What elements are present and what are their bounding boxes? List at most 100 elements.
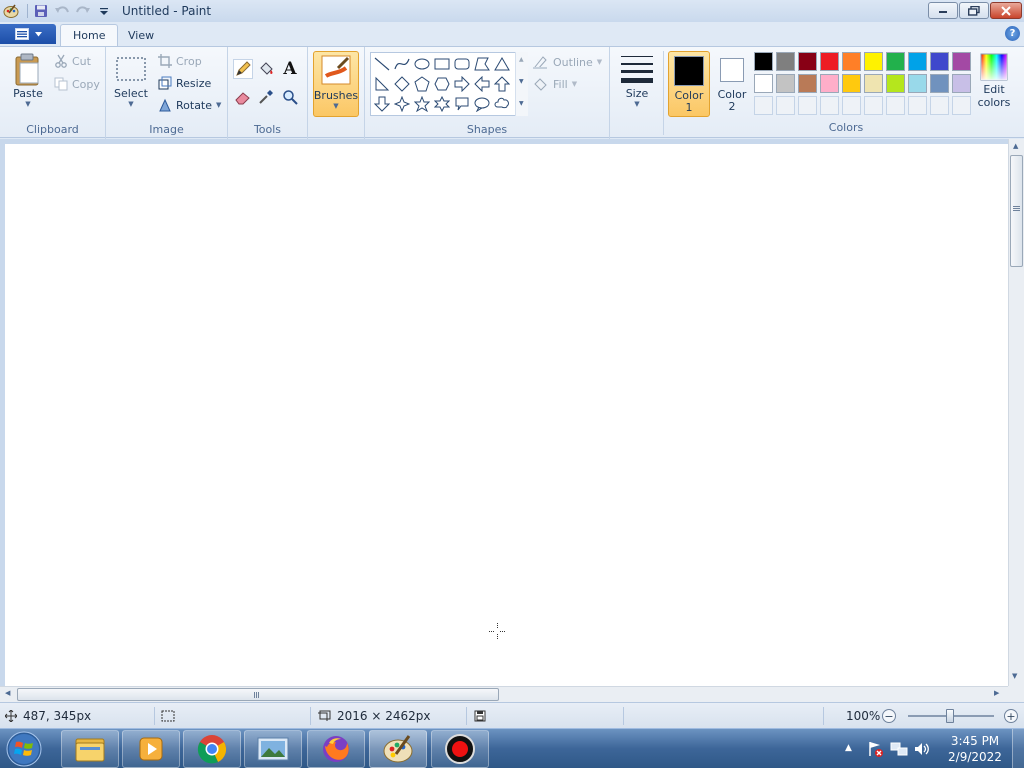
taskbar-screen-recorder[interactable] [431, 730, 489, 768]
rectangle-shape-icon[interactable] [432, 54, 452, 74]
hexagon-shape-icon[interactable] [432, 74, 452, 94]
taskbar-firefox[interactable] [307, 730, 365, 768]
oval-shape-icon[interactable] [412, 54, 432, 74]
horizontal-scroll-thumb[interactable] [17, 688, 499, 701]
up-arrow-shape-icon[interactable] [492, 74, 512, 94]
rotate-button[interactable]: Rotate ▼ [158, 96, 221, 114]
diamond-shape-icon[interactable] [392, 74, 412, 94]
custom-color-slot[interactable] [842, 96, 861, 115]
close-button[interactable] [990, 2, 1022, 19]
custom-color-slot[interactable] [908, 96, 927, 115]
help-icon[interactable]: ? [1005, 26, 1020, 41]
palette-swatch[interactable] [864, 74, 883, 93]
scroll-left-arrow-icon[interactable]: ◀ [5, 689, 10, 697]
taskbar-paint[interactable] [369, 730, 427, 768]
scroll-up-icon[interactable]: ▲ [519, 56, 524, 63]
palette-swatch[interactable] [842, 52, 861, 71]
cut-button[interactable]: Cut [54, 52, 91, 70]
resize-button[interactable]: Resize [158, 74, 211, 92]
custom-color-slot[interactable] [886, 96, 905, 115]
eraser-icon[interactable] [233, 87, 253, 107]
custom-color-slot[interactable] [930, 96, 949, 115]
palette-swatch[interactable] [754, 52, 773, 71]
redo-icon[interactable] [74, 2, 92, 20]
scroll-right-arrow-icon[interactable]: ▶ [994, 689, 999, 697]
pentagon-shape-icon[interactable] [412, 74, 432, 94]
custom-color-slot[interactable] [820, 96, 839, 115]
magnifier-icon[interactable] [280, 87, 300, 107]
zoom-slider-thumb[interactable] [946, 709, 954, 723]
palette-swatch[interactable] [776, 74, 795, 93]
five-point-star-shape-icon[interactable] [412, 94, 432, 114]
color-picker-icon[interactable] [256, 87, 276, 107]
scroll-up-arrow-icon[interactable]: ▲ [1013, 142, 1018, 150]
taskbar-media-player[interactable] [122, 730, 180, 768]
drawing-canvas[interactable] [5, 144, 1008, 686]
show-hidden-icons-icon[interactable]: ▲ [845, 743, 852, 753]
zoom-out-button[interactable]: − [882, 709, 896, 723]
rounded-callout-shape-icon[interactable] [452, 94, 472, 114]
scroll-down-icon[interactable]: ▼ [519, 78, 524, 85]
vertical-scrollbar[interactable]: ▲ [1008, 139, 1024, 686]
customize-qat-icon[interactable] [95, 2, 113, 20]
copy-button[interactable]: Copy [54, 75, 100, 93]
oval-callout-shape-icon[interactable] [472, 94, 492, 114]
palette-swatch[interactable] [798, 52, 817, 71]
down-arrow-shape-icon[interactable] [372, 94, 392, 114]
palette-swatch[interactable] [930, 74, 949, 93]
fill-button[interactable]: Fill ▼ [533, 75, 577, 93]
rounded-rectangle-shape-icon[interactable] [452, 54, 472, 74]
palette-swatch[interactable] [754, 74, 773, 93]
text-tool-icon[interactable]: A [280, 59, 300, 79]
shapes-gallery-scroll[interactable]: ▲ ▼ ▼ [515, 52, 528, 116]
vertical-scroll-thumb[interactable] [1010, 155, 1023, 267]
network-icon[interactable] [890, 740, 908, 761]
color1-button[interactable]: Color 1 [668, 51, 710, 117]
palette-swatch[interactable] [952, 52, 971, 71]
taskbar-clock[interactable]: 3:45 PM 2/9/2022 [940, 733, 1010, 765]
save-icon[interactable] [32, 2, 50, 20]
palette-swatch[interactable] [864, 52, 883, 71]
palette-swatch[interactable] [776, 52, 795, 71]
paste-button[interactable]: Paste ▼ [8, 53, 48, 108]
restore-button[interactable] [959, 2, 989, 19]
line-shape-icon[interactable] [372, 54, 392, 74]
left-arrow-shape-icon[interactable] [472, 74, 492, 94]
select-button[interactable]: Select ▼ [112, 55, 150, 108]
expand-gallery-icon[interactable]: ▼ [519, 100, 524, 107]
start-button[interactable] [4, 730, 44, 768]
taskbar-photo-viewer[interactable] [244, 730, 302, 768]
edit-colors-button[interactable]: Edit colors [974, 53, 1014, 109]
palette-swatch[interactable] [908, 74, 927, 93]
palette-swatch[interactable] [952, 74, 971, 93]
crop-button[interactable]: Crop [158, 52, 202, 70]
six-point-star-shape-icon[interactable] [432, 94, 452, 114]
palette-swatch[interactable] [820, 74, 839, 93]
fill-bucket-icon[interactable] [256, 59, 276, 79]
volume-icon[interactable] [913, 740, 931, 761]
outline-button[interactable]: Outline ▼ [533, 53, 602, 71]
four-point-star-shape-icon[interactable] [392, 94, 412, 114]
paint-app-icon[interactable] [2, 2, 20, 20]
curve-shape-icon[interactable] [392, 54, 412, 74]
palette-swatch[interactable] [886, 52, 905, 71]
zoom-in-button[interactable]: + [1004, 709, 1018, 723]
polygon-shape-icon[interactable] [472, 54, 492, 74]
custom-color-slot[interactable] [798, 96, 817, 115]
taskbar-explorer[interactable] [61, 730, 119, 768]
custom-color-slot[interactable] [952, 96, 971, 115]
action-center-icon[interactable] [866, 740, 884, 761]
scroll-down-arrow-icon[interactable]: ▼ [1012, 672, 1017, 680]
undo-icon[interactable] [53, 2, 71, 20]
palette-swatch[interactable] [908, 52, 927, 71]
show-desktop-button[interactable] [1012, 729, 1024, 768]
size-button[interactable]: Size ▼ [616, 53, 658, 108]
tab-view[interactable]: View [116, 24, 166, 46]
palette-swatch[interactable] [820, 52, 839, 71]
palette-swatch[interactable] [886, 74, 905, 93]
palette-swatch[interactable] [930, 52, 949, 71]
color2-button[interactable]: Color 2 [711, 51, 753, 117]
minimize-button[interactable] [928, 2, 958, 19]
palette-swatch[interactable] [842, 74, 861, 93]
brushes-button[interactable]: Brushes ▼ [313, 51, 359, 117]
